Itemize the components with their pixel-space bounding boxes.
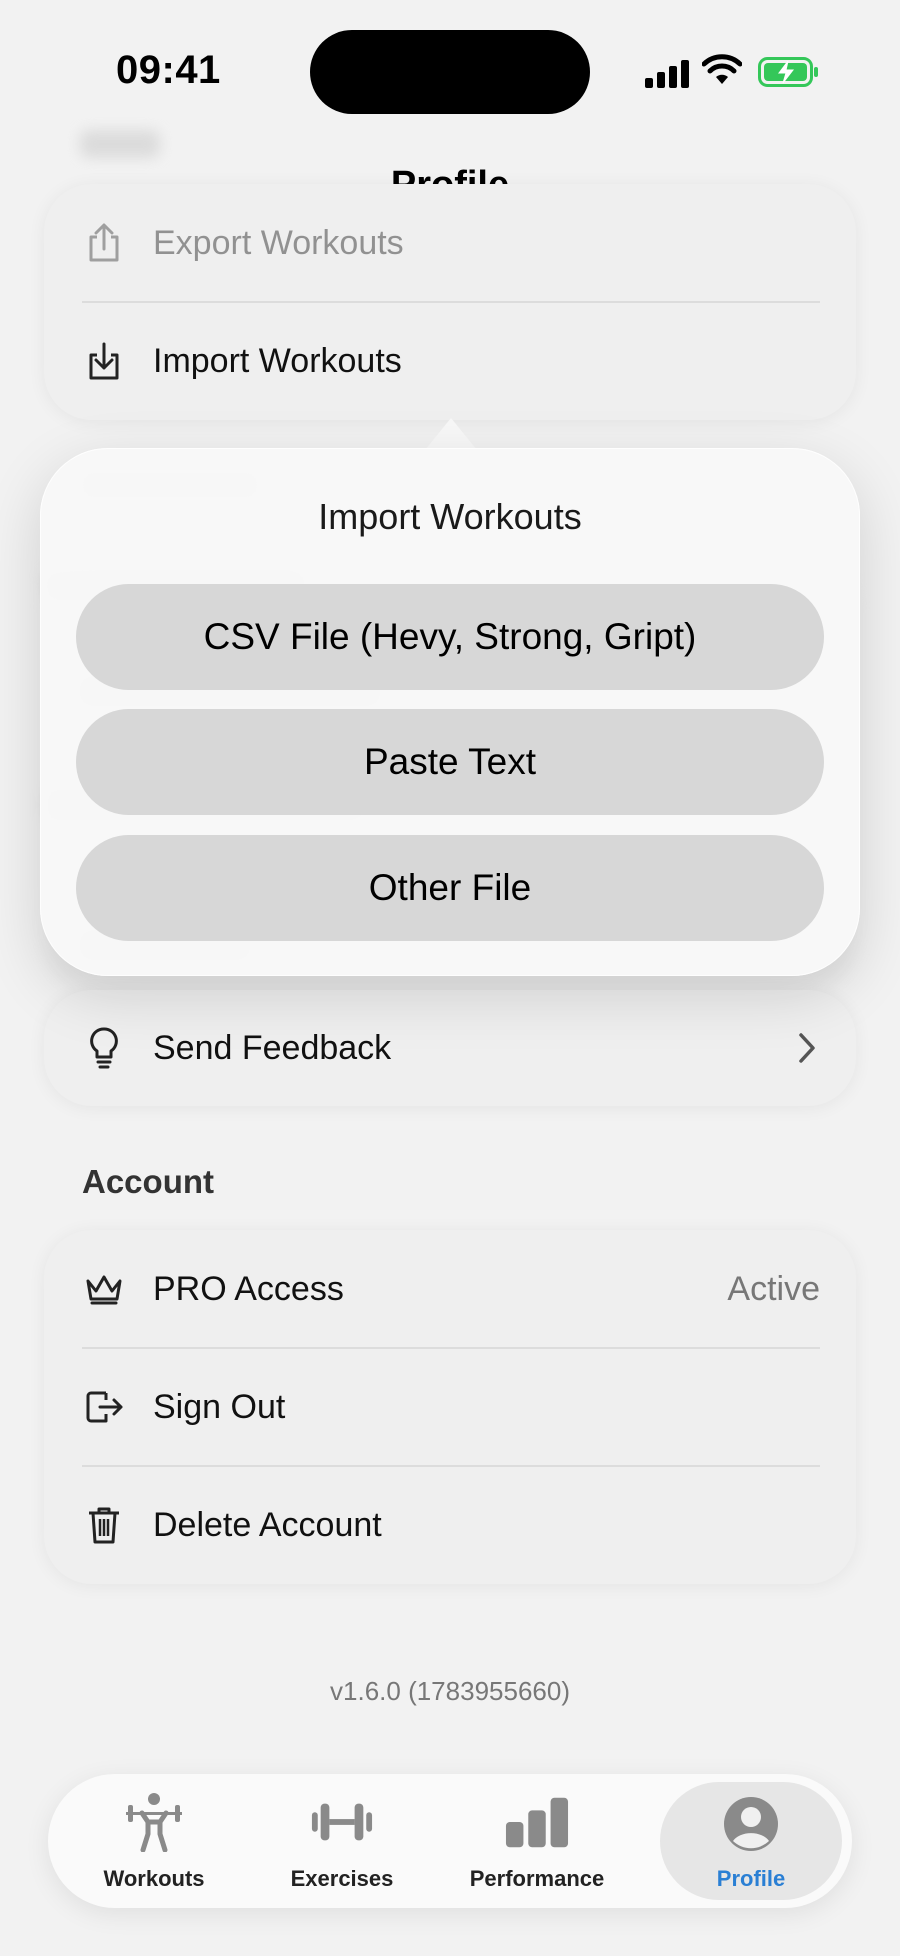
csv-file-button[interactable]: CSV File (Hevy, Strong, Gript) (76, 584, 824, 690)
tab-exercises[interactable]: Exercises (252, 1774, 432, 1908)
tab-workouts-label: Workouts (103, 1866, 205, 1891)
pro-access-row[interactable]: PRO Access Active (44, 1230, 856, 1348)
pro-access-label: PRO Access (153, 1269, 344, 1308)
crown-icon (82, 1267, 126, 1311)
sign-out-icon (82, 1385, 126, 1429)
popover-arrow (425, 418, 477, 450)
share-icon (82, 221, 126, 265)
tab-workouts[interactable]: Workouts (64, 1774, 244, 1908)
app-version: v1.6.0 (1783955660) (330, 1676, 570, 1706)
feedback-card: Send Feedback (44, 990, 856, 1106)
trash-icon (82, 1503, 126, 1547)
tab-performance[interactable]: Performance (442, 1774, 632, 1908)
import-icon (82, 339, 126, 383)
send-feedback-row[interactable]: Send Feedback (44, 990, 856, 1106)
import-workouts-label: Import Workouts (153, 341, 402, 380)
tab-profile-label: Profile (716, 1866, 786, 1891)
bar-chart-icon (505, 1792, 569, 1852)
tab-exercises-label: Exercises (290, 1866, 394, 1891)
export-workouts-label: Export Workouts (153, 223, 404, 262)
status-bar: 09:41 (0, 0, 900, 140)
popover-title: Import Workouts (318, 496, 582, 537)
import-workouts-row[interactable]: Import Workouts (44, 302, 856, 420)
sign-out-label: Sign Out (153, 1387, 286, 1426)
delete-account-label: Delete Account (153, 1505, 382, 1544)
lightbulb-icon (82, 1026, 126, 1070)
wifi-icon (702, 54, 742, 84)
dumbbell-icon (310, 1792, 374, 1852)
sign-out-row[interactable]: Sign Out (44, 1348, 856, 1466)
send-feedback-label: Send Feedback (153, 1028, 392, 1067)
export-workouts-row[interactable]: Export Workouts (44, 184, 856, 302)
data-card: Export Workouts Import Workouts (44, 184, 856, 420)
import-workouts-popover: Import Workouts CSV File (Hevy, Strong, … (40, 448, 860, 976)
account-card: PRO Access Active Sign Out Delete Accoun… (44, 1230, 856, 1584)
status-time: 09:41 (116, 48, 221, 92)
battery-charging-icon (758, 57, 818, 87)
paste-text-button[interactable]: Paste Text (76, 709, 824, 815)
chevron-right-icon (799, 1033, 815, 1063)
dynamic-island (310, 30, 590, 114)
other-file-button[interactable]: Other File (76, 835, 824, 941)
weightlifter-icon (122, 1792, 186, 1852)
person-circle-icon (719, 1794, 783, 1854)
delete-account-row[interactable]: Delete Account (44, 1466, 856, 1584)
pro-access-status: Active (727, 1269, 820, 1308)
tab-profile[interactable]: Profile (660, 1782, 842, 1900)
tab-bar: Workouts Exercises Performance Profile (48, 1774, 852, 1908)
account-section-title: Account (82, 1163, 214, 1200)
cellular-signal-icon (645, 56, 689, 88)
tab-performance-label: Performance (469, 1866, 605, 1891)
